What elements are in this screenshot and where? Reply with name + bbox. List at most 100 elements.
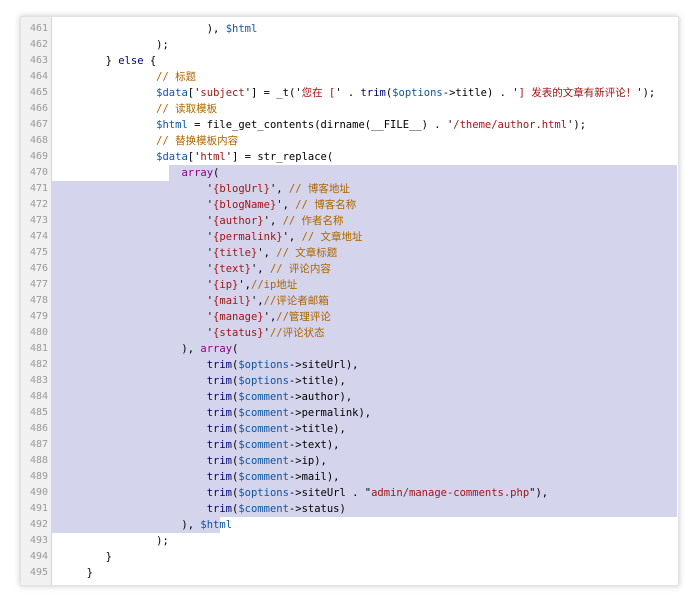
line-number: 484 bbox=[29, 391, 48, 402]
code-line: 490 trim($options->siteUrl . "admin/mana… bbox=[21, 485, 678, 501]
line-number: 472 bbox=[29, 199, 48, 210]
code-token: ', bbox=[263, 215, 283, 227]
code-text: trim($comment->status) bbox=[55, 501, 346, 517]
code-text: } bbox=[55, 565, 93, 581]
code-token: trim bbox=[206, 407, 233, 419]
code-token: ->ip), bbox=[288, 455, 327, 467]
code-token: $options bbox=[238, 359, 289, 371]
code-token: /theme/author.html bbox=[453, 119, 568, 131]
code-text: $data['html'] = str_replace( bbox=[55, 149, 333, 165]
code-token: //ip地址 bbox=[251, 279, 298, 291]
code-token: ', bbox=[276, 199, 296, 211]
code-token: = file_get_contents(dirname(__FILE__) . … bbox=[187, 119, 454, 131]
code-line: 492 ), $html bbox=[21, 517, 678, 533]
code-token: $comment bbox=[238, 439, 289, 451]
code-token: ->text), bbox=[288, 439, 340, 451]
code-token: ', bbox=[238, 279, 251, 291]
line-number: 478 bbox=[29, 295, 48, 306]
code-token: $comment bbox=[238, 471, 289, 483]
line-number: 473 bbox=[29, 215, 48, 226]
line-number: 464 bbox=[29, 71, 48, 82]
line-number: 492 bbox=[29, 519, 48, 530]
code-token: '); bbox=[636, 87, 656, 99]
code-line: 464 // 标题 bbox=[21, 69, 678, 85]
code-token: $html bbox=[156, 119, 188, 131]
code-line: 477 '{ip}',//ip地址 bbox=[21, 277, 678, 293]
code-token: // 文章地址 bbox=[301, 231, 363, 243]
code-token: ' bbox=[130, 231, 214, 243]
code-line: 468 // 替换模板内容 bbox=[21, 133, 678, 149]
code-line: 472 '{blogName}', // 博客名称 bbox=[21, 197, 678, 213]
code-token: ->siteUrl), bbox=[288, 359, 359, 371]
code-text: ), $html bbox=[55, 21, 258, 37]
code-line: 488 trim($comment->ip), bbox=[21, 453, 678, 469]
code-text: $html = file_get_contents(dirname(__FILE… bbox=[55, 117, 586, 133]
code-token: $options bbox=[238, 487, 289, 499]
code-token: ), bbox=[130, 519, 201, 531]
line-number: 483 bbox=[29, 375, 48, 386]
code-line: 494 } bbox=[21, 549, 678, 565]
code-line: 467 $html = file_get_contents(dirname(__… bbox=[21, 117, 678, 133]
line-number: 488 bbox=[29, 455, 48, 466]
code-editor[interactable]: 461 ), $html 462 ); 463 } else {464 // 标题 4… bbox=[20, 16, 679, 586]
code-line: 471 '{blogUrl}', // 博客地址 bbox=[21, 181, 678, 197]
code-token: {title} bbox=[213, 247, 258, 259]
code-text: '{mail}',//评论者邮箱 bbox=[55, 293, 329, 309]
code-token: ', bbox=[269, 183, 289, 195]
code-token: ( bbox=[232, 343, 239, 355]
code-text: trim($comment->mail), bbox=[55, 469, 340, 485]
code-text: '{blogUrl}', // 博客地址 bbox=[55, 181, 350, 197]
code-line: 473 '{author}', // 作者名称 bbox=[21, 213, 678, 229]
code-token: "), bbox=[529, 487, 549, 499]
code-text: '{title}', // 文章标题 bbox=[55, 245, 338, 261]
code-line: 491 trim($comment->status) bbox=[21, 501, 678, 517]
code-line: 475 '{title}', // 文章标题 bbox=[21, 245, 678, 261]
line-number: 471 bbox=[29, 183, 48, 194]
code-token: ', bbox=[263, 311, 277, 323]
code-token: '); bbox=[567, 119, 587, 131]
code-token: ->permalink), bbox=[288, 407, 372, 419]
line-number: 468 bbox=[29, 135, 48, 146]
code-token: trim bbox=[206, 503, 233, 515]
line-number: 486 bbox=[29, 423, 48, 434]
line-number: 482 bbox=[29, 359, 48, 370]
line-number: 479 bbox=[29, 311, 48, 322]
line-number: 475 bbox=[29, 247, 48, 258]
code-line: 469 $data['html'] = str_replace( bbox=[21, 149, 678, 165]
code-token: '] = str_replace( bbox=[225, 151, 334, 163]
code-token: ), bbox=[130, 343, 201, 355]
code-text: '{author}', // 作者名称 bbox=[55, 213, 344, 229]
code-token: [' bbox=[187, 151, 201, 163]
code-token: ' bbox=[130, 183, 214, 195]
selection-highlight bbox=[169, 165, 677, 181]
code-token: //评论状态 bbox=[269, 327, 325, 339]
line-number: 474 bbox=[29, 231, 48, 242]
line-number: 487 bbox=[29, 439, 48, 450]
code-token: ] 发表的文章有新评论！ bbox=[518, 87, 637, 99]
line-number: 466 bbox=[29, 103, 48, 114]
code-token: trim bbox=[206, 359, 233, 371]
code-token: ->mail), bbox=[288, 471, 340, 483]
code-token: trim bbox=[206, 471, 233, 483]
code-token: } bbox=[86, 567, 93, 579]
code-line: 486 trim($comment->title), bbox=[21, 421, 678, 437]
code-token: $comment bbox=[238, 455, 289, 467]
code-token: // 评论内容 bbox=[269, 263, 331, 275]
code-token: // 博客名称 bbox=[295, 199, 357, 211]
line-number: 491 bbox=[29, 503, 48, 514]
code-token: ' bbox=[130, 199, 214, 211]
line-number: 477 bbox=[29, 279, 48, 290]
code-line: 476 '{text}', // 评论内容 bbox=[21, 261, 678, 277]
code-token: array bbox=[200, 343, 233, 355]
code-text: trim($comment->ip), bbox=[55, 453, 327, 469]
code-token: ->status) bbox=[288, 503, 346, 515]
line-number: 493 bbox=[29, 535, 48, 546]
code-token: $options bbox=[238, 375, 289, 387]
line-number: 461 bbox=[29, 23, 48, 34]
